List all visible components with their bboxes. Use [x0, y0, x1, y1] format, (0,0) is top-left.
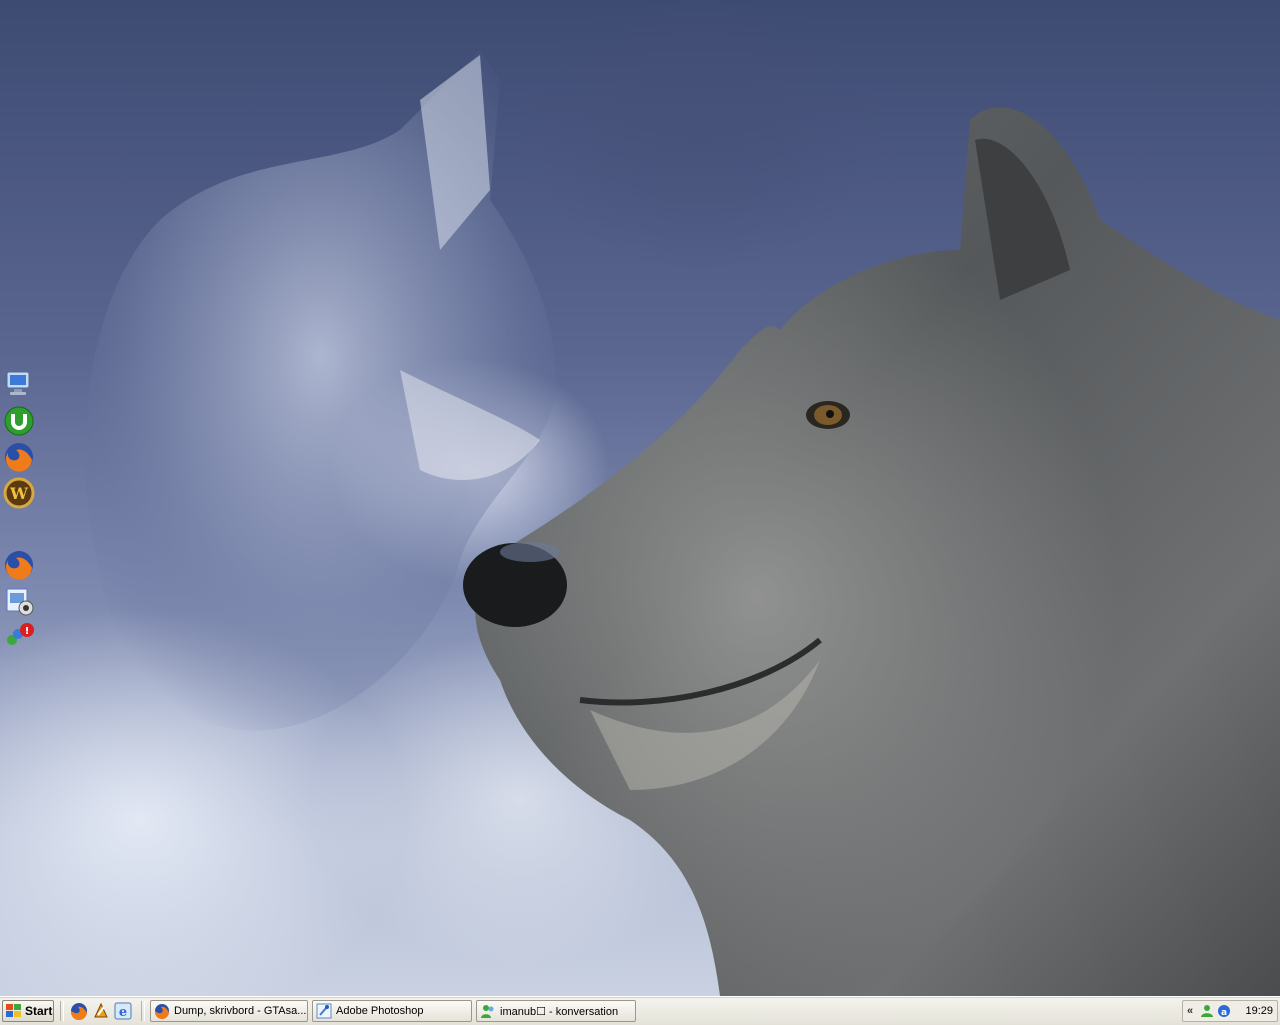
task-label: imanub☐ - konversation [500, 1005, 619, 1018]
msn-status-icon[interactable] [1200, 1004, 1214, 1018]
task-label: Adobe Photoshop [336, 1005, 424, 1017]
task-button-photoshop[interactable]: Adobe Photoshop [312, 1000, 472, 1022]
firefox-icon[interactable] [2, 440, 36, 474]
image-viewer-icon[interactable] [2, 584, 36, 618]
firefox-icon-2[interactable] [2, 548, 36, 582]
quicklaunch-winamp-icon[interactable] [92, 1002, 110, 1020]
firefox-icon [154, 1004, 169, 1019]
svg-text:W: W [9, 484, 29, 503]
start-button[interactable]: Start [2, 1000, 54, 1022]
taskbar: Start e Dump, skrivbord - GTAsa... Adobe… [0, 996, 1280, 1025]
wolf-wallpaper-image [463, 107, 1280, 996]
world-of-warcraft-icon[interactable]: W [2, 476, 36, 510]
task-label: Dump, skrivbord - GTAsa... [174, 1005, 307, 1017]
quicklaunch-firefox-icon[interactable] [70, 1002, 88, 1020]
start-label: Start [25, 1004, 53, 1018]
msn-messenger-icon [481, 1005, 494, 1018]
msn-messenger-icon[interactable]: ! [2, 620, 36, 654]
security-icon[interactable]: a [1217, 1004, 1231, 1018]
taskbar-separator [141, 1001, 145, 1021]
svg-text:!: ! [25, 626, 30, 637]
system-tray: « a 19:29 [1182, 1000, 1278, 1022]
quicklaunch-internet-explorer-icon[interactable]: e [114, 1002, 132, 1020]
task-button-firefox[interactable]: Dump, skrivbord - GTAsa... [150, 1000, 308, 1022]
desktop[interactable]: W ! [0, 0, 1280, 996]
windows-flag-icon [6, 1004, 21, 1017]
task-button-messenger[interactable]: imanub☐ - konversation [476, 1000, 636, 1022]
my-computer-icon[interactable] [2, 366, 36, 400]
svg-text:e: e [119, 1005, 127, 1020]
svg-text:a: a [1221, 1008, 1227, 1018]
clock[interactable]: 19:29 [1245, 1005, 1273, 1017]
tray-expand-chevron[interactable]: « [1187, 1005, 1197, 1017]
photoshop-icon [316, 1003, 332, 1019]
taskbar-separator [60, 1001, 64, 1021]
utorrent-icon[interactable] [2, 404, 36, 438]
